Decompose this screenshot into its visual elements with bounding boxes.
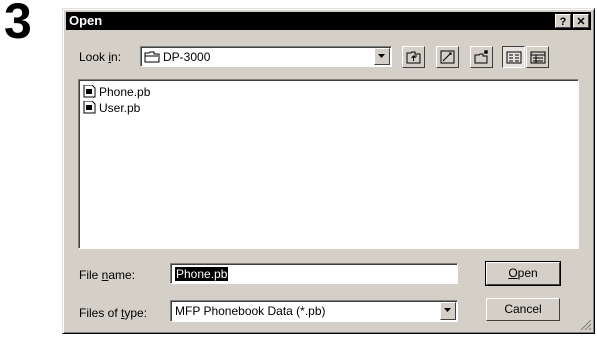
file-name-input[interactable]: Phone.pb <box>170 263 458 284</box>
file-name-selected-text: Phone.pb <box>175 267 229 281</box>
file-type-value: MFP Phonebook Data (*.pb) <box>175 304 326 318</box>
folder-icon <box>144 51 160 63</box>
step-number: 3 <box>4 0 32 49</box>
file-name-label: File name: <box>79 268 136 282</box>
open-dialog: Open ? ✕ Look in: DP-3000 Phone.pb User.… <box>62 8 595 334</box>
resize-grip-icon[interactable] <box>580 319 592 331</box>
help-button[interactable]: ? <box>555 14 571 28</box>
phonebook-file-icon <box>83 101 96 114</box>
list-view-icon <box>506 51 522 64</box>
list-view-button[interactable] <box>502 46 525 68</box>
look-in-dropdown-arrow[interactable] <box>374 48 390 65</box>
look-in-label: Look in: <box>79 50 122 64</box>
up-one-level-button[interactable] <box>402 46 425 68</box>
file-name-text: User.pb <box>99 101 141 115</box>
file-type-dropdown-arrow[interactable] <box>440 302 456 320</box>
close-button[interactable]: ✕ <box>573 14 589 28</box>
desktop-button[interactable] <box>436 46 459 68</box>
details-view-button[interactable] <box>526 46 549 68</box>
cancel-button[interactable]: Cancel <box>486 298 560 321</box>
chevron-down-icon <box>378 54 385 58</box>
open-button[interactable]: Open <box>485 261 561 286</box>
file-type-label: Files of type: <box>79 306 148 320</box>
phonebook-file-icon <box>83 85 96 98</box>
window-title: Open <box>69 13 103 28</box>
chevron-down-icon <box>444 308 451 312</box>
title-bar[interactable]: Open ? ✕ <box>66 12 591 30</box>
up-one-level-icon <box>406 51 421 64</box>
look-in-value: DP-3000 <box>163 50 211 64</box>
new-folder-button[interactable] <box>470 46 493 68</box>
details-view-icon <box>530 51 546 64</box>
desktop-icon <box>440 50 455 64</box>
file-name-text: Phone.pb <box>99 85 151 99</box>
file-list[interactable]: Phone.pb User.pb <box>78 79 579 249</box>
look-in-dropdown[interactable]: DP-3000 <box>140 46 392 67</box>
file-type-dropdown[interactable]: MFP Phonebook Data (*.pb) <box>170 300 458 322</box>
new-folder-icon <box>474 50 488 64</box>
